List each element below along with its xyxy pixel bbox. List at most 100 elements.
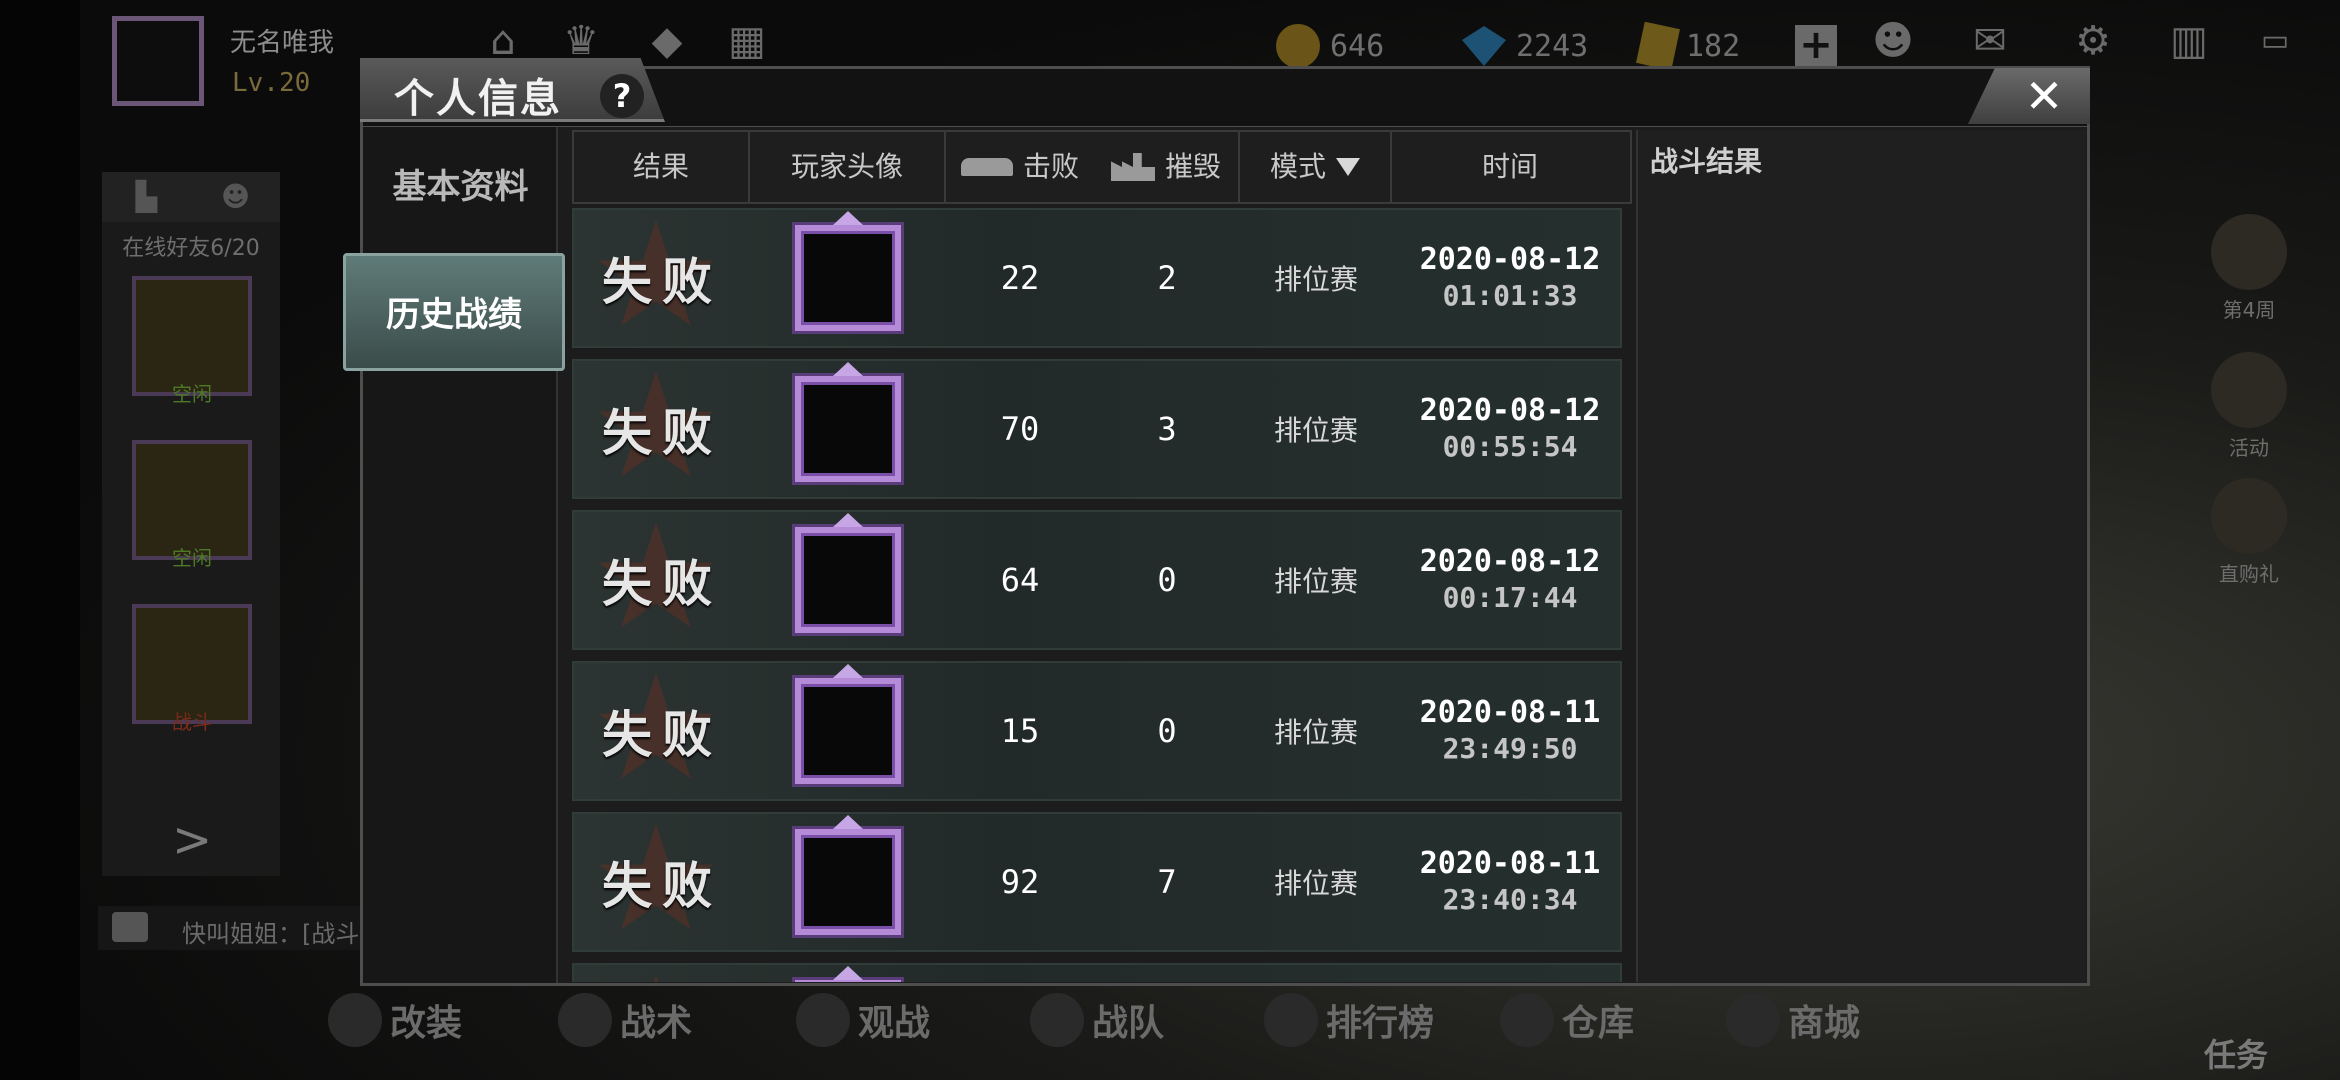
tank-icon — [960, 158, 1013, 176]
friend-status: 空闲 — [172, 546, 212, 570]
ticket-icon — [1636, 21, 1680, 71]
modal-side-nav: 基本资料 历史战绩 — [343, 127, 565, 983]
ticket-value: 182 — [1686, 28, 1741, 64]
table-header: 结果 玩家头像 击败 摧毁 模式 时间 — [572, 130, 1632, 204]
player-avatar-frame[interactable] — [795, 376, 901, 482]
nav-label: 排行榜 — [1326, 1003, 1435, 1044]
player-avatar-frame[interactable] — [795, 678, 901, 784]
gift-label: 直购礼 — [2219, 562, 2279, 586]
nav-label: 观战 — [858, 1003, 931, 1044]
nav-modify[interactable]: 改装 — [328, 985, 462, 1055]
mail-icon[interactable]: ✉ — [1965, 16, 2015, 66]
tab-basic-info[interactable]: 基本资料 — [363, 127, 558, 247]
result-cell — [574, 965, 750, 982]
col-time-label: 时间 — [1481, 150, 1538, 183]
book-icon[interactable]: ▥ — [2164, 16, 2214, 66]
weekly-event[interactable]: 第4周 — [2205, 214, 2293, 323]
battery-icon: ▭ — [2260, 23, 2290, 58]
player-name: 无名唯我 — [230, 28, 335, 58]
add-currency-button[interactable]: + — [1795, 25, 1837, 67]
settings-icon[interactable]: ⚙ — [2068, 16, 2118, 66]
profile-avatar[interactable] — [112, 16, 204, 106]
modal-title: 个人信息 — [394, 76, 562, 122]
expand-arrow-icon[interactable]: > — [172, 812, 212, 868]
battle-date: 2020-08-12 — [1419, 242, 1601, 277]
friends-icon[interactable]: ☻ — [1868, 16, 1918, 66]
battle-time: 23:40:34 — [1442, 883, 1578, 916]
nav-label: 商城 — [1788, 1003, 1861, 1044]
battle-date: 2020-08-11 — [1419, 695, 1601, 730]
table-row[interactable]: 失败 22 2 排位赛 2020-08-12 01:01:33 — [572, 208, 1622, 348]
table-row[interactable]: 失败 15 0 排位赛 2020-08-11 23:49:50 — [572, 661, 1622, 801]
nav-team[interactable]: 战队 — [1030, 985, 1164, 1055]
coin-icon — [1276, 24, 1320, 68]
result-text: 失败 — [602, 857, 722, 915]
table-row[interactable]: 失败 92 7 排位赛 2020-08-11 23:40:34 — [572, 812, 1622, 952]
tab-ranking[interactable]: ▙ — [102, 172, 191, 222]
avatar-cell — [750, 210, 946, 346]
online-friends-count: 在线好友6/20 — [122, 236, 260, 261]
destroys-cell: 3 — [1157, 410, 1177, 448]
bottom-nav: 改装 战术 观战 战队 排行榜 仓库 商城 — [0, 985, 2340, 1055]
nav-tactics[interactable]: 战术 — [558, 985, 692, 1055]
chat-preview: 快叫姐姐：[战斗 — [182, 920, 360, 948]
grid-icon[interactable]: ▦ — [722, 16, 772, 66]
kills-cell: 92 — [1000, 863, 1040, 901]
nav-leaderboard[interactable]: 排行榜 — [1264, 985, 1434, 1055]
mode-cell: 排位赛 — [1273, 565, 1358, 598]
result-text: 失败 — [602, 555, 722, 613]
avatar-cell — [750, 663, 946, 799]
wrench-icon — [328, 993, 382, 1047]
table-row[interactable]: 失败 64 0 排位赛 2020-08-12 00:17:44 — [572, 510, 1622, 650]
battle-date: 2020-08-12 — [1419, 393, 1601, 428]
destroys-cell: 0 — [1157, 561, 1177, 599]
time-cell: 2020-08-12 00:55:54 — [1392, 361, 1628, 497]
destroys-cell: 7 — [1157, 863, 1177, 901]
chat-icon[interactable] — [112, 912, 148, 942]
nav-warehouse[interactable]: 仓库 — [1500, 985, 1634, 1055]
nav-shop[interactable]: 商城 — [1726, 985, 1860, 1055]
table-row[interactable]: 失败 70 3 排位赛 2020-08-12 00:55:54 — [572, 359, 1622, 499]
task-button[interactable]: 任务 — [2204, 1030, 2268, 1076]
col-mode[interactable]: 模式 — [1240, 132, 1392, 202]
battle-result-title: 战斗结果 — [1650, 145, 1763, 178]
activity-icon — [2211, 352, 2287, 428]
tab-battle-history[interactable]: 历史战绩 — [343, 253, 565, 371]
col-mode-label: 模式 — [1269, 150, 1326, 183]
warehouse-icon — [1500, 993, 1554, 1047]
battle-date: 2020-08-11 — [1419, 846, 1601, 881]
direct-purchase-gift[interactable]: 直购礼 — [2205, 478, 2293, 587]
mode-cell: 排位赛 — [1273, 414, 1358, 447]
table-row[interactable] — [572, 963, 1622, 982]
result-cell: 失败 — [574, 512, 750, 648]
battle-result-panel: 战斗结果 — [1636, 130, 2086, 982]
player-avatar-frame[interactable] — [795, 980, 901, 982]
player-level: Lv.20 — [232, 68, 311, 98]
battle-time: 00:17:44 — [1442, 581, 1578, 614]
avatar-cell — [750, 814, 946, 950]
nav-label: 仓库 — [1562, 1003, 1635, 1044]
player-avatar-frame[interactable] — [795, 225, 901, 331]
col-kills: 击败 — [946, 132, 1094, 202]
shop-icon — [1726, 993, 1780, 1047]
col-result-label: 结果 — [632, 150, 689, 183]
gold-currency: 646 — [1276, 24, 1384, 68]
col-destroys-label: 摧毁 — [1164, 150, 1221, 183]
battle-time: 00:55:54 — [1442, 430, 1578, 463]
help-button[interactable]: ? — [600, 74, 644, 118]
player-avatar-frame[interactable] — [795, 829, 901, 935]
player-avatar-frame[interactable] — [795, 527, 901, 633]
nav-spectate[interactable]: 观战 — [796, 985, 930, 1055]
category-icon[interactable]: ◆ — [642, 16, 692, 66]
tab-friends[interactable]: ☻ — [191, 172, 280, 222]
kills-cell: 64 — [1000, 561, 1040, 599]
col-time: 时间 — [1392, 132, 1628, 202]
gift-icon — [2211, 478, 2287, 554]
battle-history-table: 结果 玩家头像 击败 摧毁 模式 时间 失败 22 2 排位赛 2020-08-12 01… — [572, 130, 1632, 982]
col-avatar: 玩家头像 — [750, 132, 946, 202]
star-badge-icon — [598, 975, 714, 982]
col-avatar-label: 玩家头像 — [790, 150, 903, 183]
activity-event[interactable]: 活动 — [2205, 352, 2293, 461]
kills-cell: 22 — [1000, 259, 1040, 297]
kills-cell: 15 — [1000, 712, 1040, 750]
